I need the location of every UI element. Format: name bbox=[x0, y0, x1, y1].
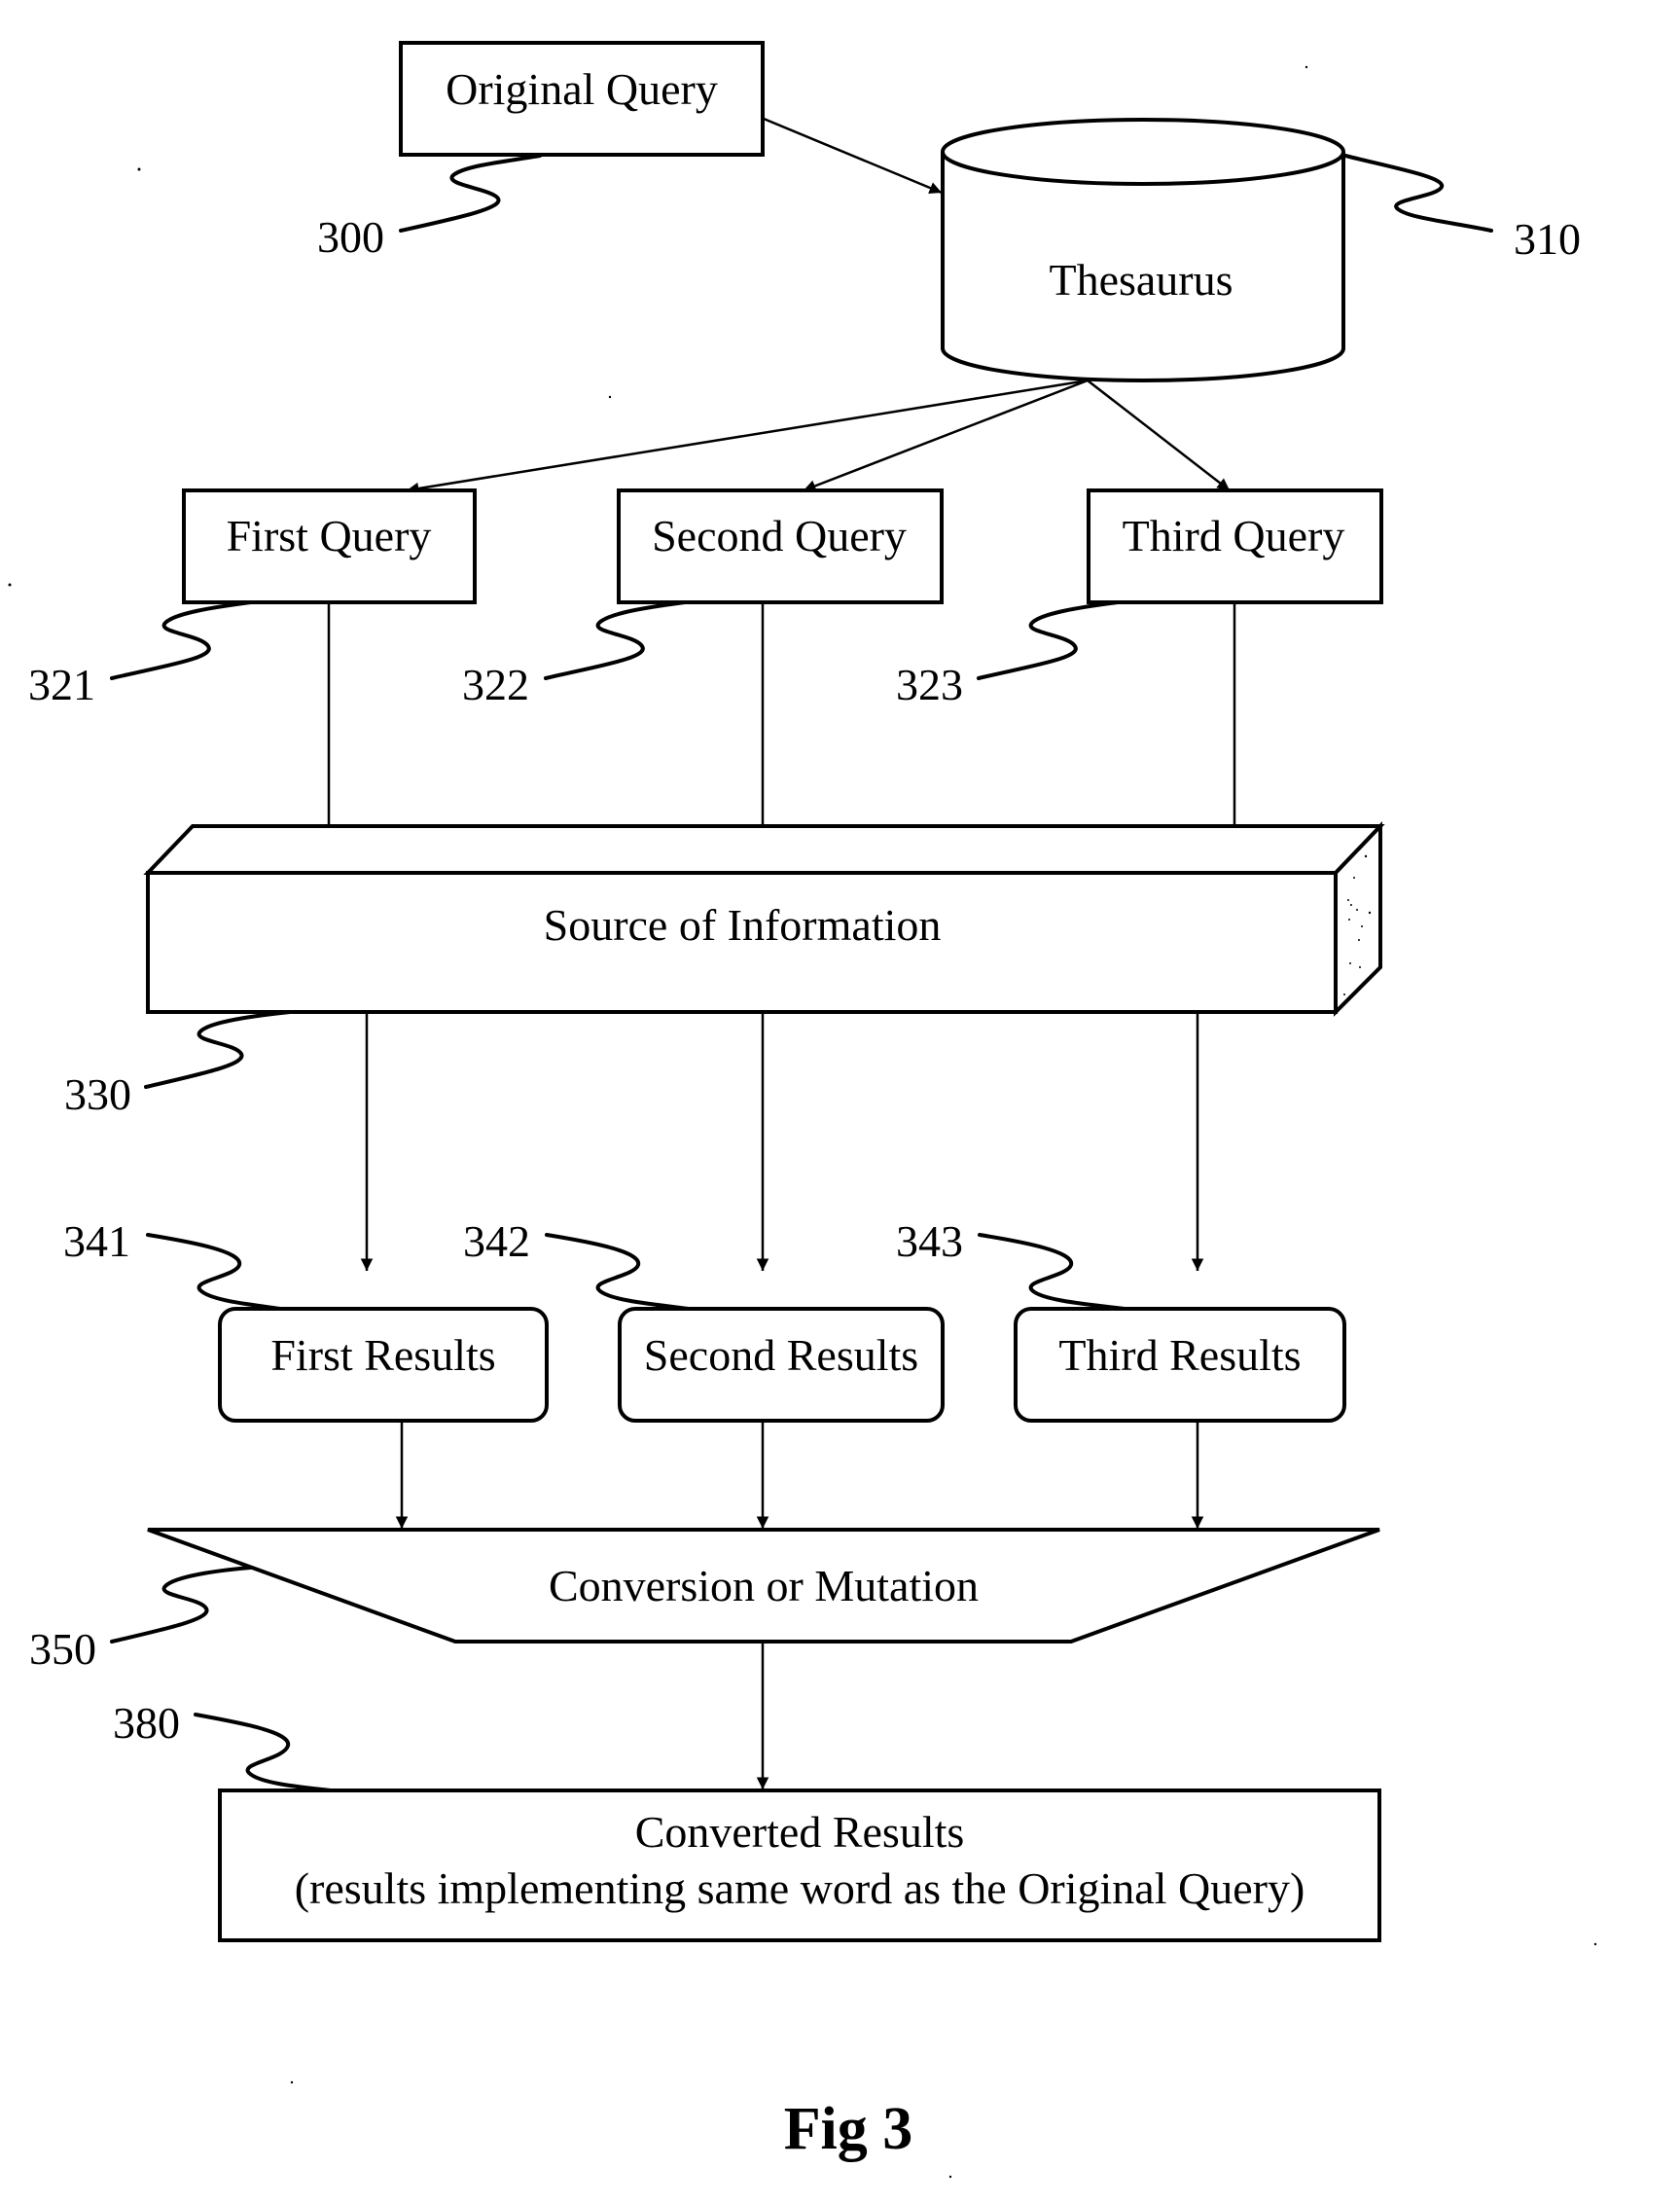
node-conversion-or-mutation: Conversion or Mutation bbox=[147, 1528, 1380, 1644]
ref-label-310: 310 bbox=[1514, 214, 1581, 264]
original-query-label: Original Query bbox=[446, 64, 718, 114]
leader-323 bbox=[977, 600, 1120, 680]
leader-330 bbox=[144, 1010, 292, 1089]
ref-label-341: 341 bbox=[63, 1216, 130, 1266]
second-query-label: Second Query bbox=[652, 511, 907, 560]
source-label: Source of Information bbox=[544, 900, 942, 950]
ref-label-380: 380 bbox=[113, 1698, 180, 1748]
arrow-original-to-thesaurus bbox=[763, 117, 943, 195]
node-thesaurus: Thesaurus bbox=[941, 118, 1345, 382]
second-results-label: Second Results bbox=[644, 1330, 918, 1380]
node-first-query: First Query bbox=[182, 488, 477, 604]
arrow-thesaurus-to-third-query bbox=[1087, 379, 1231, 491]
leader-322 bbox=[544, 600, 687, 680]
node-original-query: Original Query bbox=[399, 41, 765, 157]
first-query-label: First Query bbox=[227, 511, 432, 560]
node-converted-results: Converted Results (results implementing … bbox=[218, 1788, 1381, 1942]
ref-label-342: 342 bbox=[463, 1216, 530, 1266]
arrow-thesaurus-to-first-query bbox=[406, 379, 1089, 495]
third-query-label: Third Query bbox=[1123, 511, 1345, 560]
ref-label-300: 300 bbox=[317, 212, 384, 262]
leader-341 bbox=[146, 1233, 282, 1311]
node-second-query: Second Query bbox=[617, 488, 944, 604]
node-second-results: Second Results bbox=[618, 1307, 945, 1423]
ref-label-321: 321 bbox=[28, 660, 95, 709]
arrow-thesaurus-to-second-query bbox=[803, 379, 1089, 492]
leader-343 bbox=[978, 1233, 1126, 1311]
thesaurus-label: Thesaurus bbox=[1049, 255, 1233, 305]
first-results-label: First Results bbox=[270, 1330, 495, 1380]
node-third-query: Third Query bbox=[1087, 488, 1383, 604]
ref-label-330: 330 bbox=[64, 1069, 131, 1119]
node-first-results: First Results bbox=[218, 1307, 549, 1423]
converted-results-label: Converted Results bbox=[635, 1807, 965, 1857]
node-third-results: Third Results bbox=[1014, 1307, 1346, 1423]
converted-results-sublabel: (results implementing same word as the O… bbox=[295, 1863, 1305, 1913]
ref-label-350: 350 bbox=[29, 1624, 96, 1674]
node-source-of-information: Source of Information bbox=[143, 821, 1385, 1017]
source-box-top-face bbox=[143, 824, 1385, 875]
figure-caption: Fig 3 bbox=[784, 2096, 913, 2162]
leader-321 bbox=[110, 600, 253, 680]
leader-350 bbox=[110, 1566, 253, 1644]
ref-label-323: 323 bbox=[896, 660, 963, 709]
ref-label-343: 343 bbox=[896, 1216, 963, 1266]
ref-label-322: 322 bbox=[462, 660, 529, 709]
flow-diagram: Original Query 300 Thesaurus 310 First Q… bbox=[8, 41, 1597, 2179]
leader-342 bbox=[545, 1233, 691, 1311]
third-results-label: Third Results bbox=[1058, 1330, 1301, 1380]
leader-310 bbox=[1343, 154, 1493, 233]
thesaurus-cylinder-top bbox=[941, 118, 1345, 186]
leader-380 bbox=[194, 1713, 333, 1792]
conversion-label: Conversion or Mutation bbox=[549, 1561, 979, 1610]
leader-300 bbox=[399, 154, 542, 233]
